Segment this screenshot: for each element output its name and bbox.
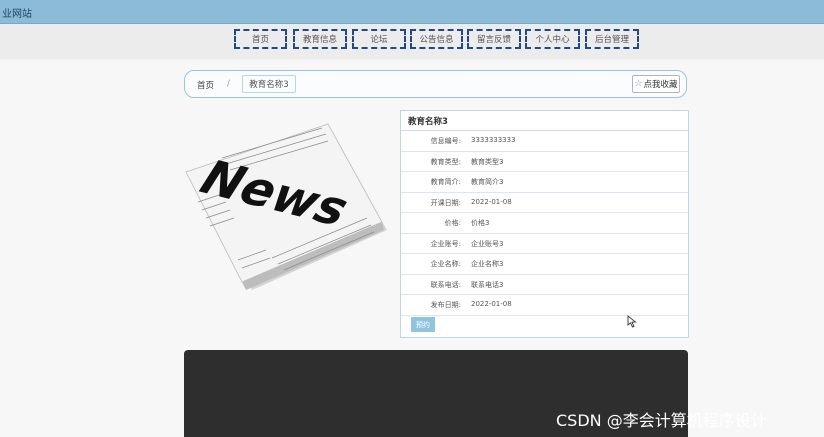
row-label: 教育类型:: [430, 157, 461, 166]
watermark: CSDN @李会计算机程序设计: [556, 411, 767, 430]
breadcrumb-separator: /: [227, 79, 230, 89]
row-label: 价格:: [444, 219, 461, 227]
row-label: 发布日期:: [430, 301, 461, 309]
detail-row: 企业账号: 企业账号3: [401, 234, 688, 254]
row-label: 开课日期:: [430, 198, 461, 207]
top-header-bar: 业网站: [0, 0, 824, 24]
row-value: 教育类型3: [471, 157, 504, 166]
nav-item-admin[interactable]: 后台管理: [585, 29, 639, 49]
detail-row: 企业名称: 企业名称3: [401, 254, 688, 275]
detail-row: 教育简介: 教育简介3: [401, 172, 688, 193]
detail-row: 教育类型: 教育类型3: [401, 152, 688, 172]
row-value: 教育简介3: [471, 178, 504, 186]
detail-row: 开课日期: 2022-01-08: [401, 193, 688, 213]
detail-row: 信息编号: 3333333333: [401, 131, 688, 152]
favorite-label: 点我收藏: [643, 80, 678, 90]
row-value: 企业名称3: [471, 260, 504, 268]
row-label: 教育简介:: [430, 178, 461, 186]
row-label: 企业账号:: [430, 239, 461, 248]
row-label: 信息编号:: [430, 137, 461, 145]
row-value: 企业账号3: [471, 239, 504, 248]
row-value: 3333333333: [471, 136, 516, 144]
detail-panel: 教育名称3 信息编号: 3333333333 教育类型: 教育类型3 教育简介:…: [400, 110, 689, 338]
row-value: 2022-01-08: [471, 197, 512, 206]
row-value: 2022-01-08: [471, 300, 512, 308]
mouse-cursor-icon: [627, 315, 637, 328]
star-icon: ☆: [634, 79, 643, 89]
nav-item-announcements[interactable]: 公告信息: [410, 29, 463, 49]
nav-item-home[interactable]: 首页: [234, 29, 287, 49]
row-label: 联系电话:: [430, 280, 461, 289]
main-nav: 首页 教育信息 论坛 公告信息 留言反馈 个人中心 后台管理: [0, 24, 824, 59]
breadcrumb-current: 教育名称3: [242, 75, 296, 93]
site-title: 业网站: [2, 9, 32, 20]
detail-row: 发布日期: 2022-01-08: [401, 295, 688, 316]
detail-title: 教育名称3: [401, 111, 688, 131]
detail-row: 价格: 价格3: [401, 213, 688, 234]
nav-item-feedback[interactable]: 留言反馈: [467, 29, 521, 49]
nav-item-education-info[interactable]: 教育信息: [293, 29, 347, 49]
reserve-button[interactable]: 预约: [411, 317, 435, 332]
row-value: 联系电话3: [471, 280, 504, 289]
row-value: 价格3: [471, 219, 490, 227]
news-image: News: [185, 123, 387, 290]
nav-item-forum[interactable]: 论坛: [352, 29, 406, 49]
row-label: 企业名称:: [430, 260, 461, 268]
detail-row: 联系电话: 联系电话3: [401, 275, 688, 295]
favorite-button[interactable]: ☆ 点我收藏: [632, 75, 680, 93]
breadcrumb: 首页 / 教育名称3 ☆ 点我收藏: [184, 70, 687, 98]
breadcrumb-home[interactable]: 首页: [197, 79, 214, 91]
nav-item-personal-center[interactable]: 个人中心: [525, 29, 580, 49]
